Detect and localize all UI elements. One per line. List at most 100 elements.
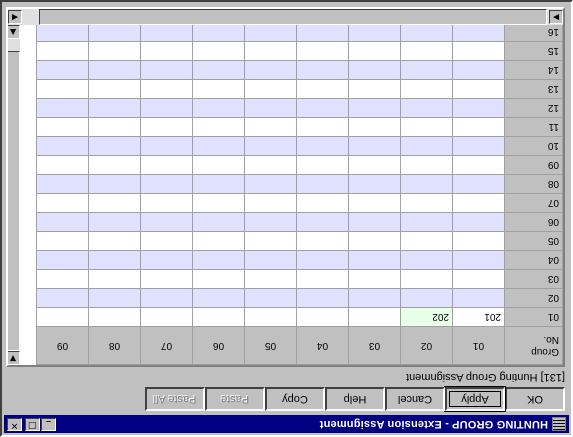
column-header[interactable]: 01: [452, 326, 505, 365]
grid-cell[interactable]: [244, 269, 297, 289]
column-header[interactable]: 07: [140, 326, 193, 365]
grid-cell[interactable]: [348, 288, 401, 308]
grid-cell[interactable]: [192, 307, 245, 327]
grid-cell[interactable]: [140, 117, 193, 137]
grid-cell[interactable]: [400, 193, 453, 213]
row-header[interactable]: 02: [504, 288, 563, 308]
grid-cell[interactable]: [452, 288, 505, 308]
grid-cell[interactable]: [348, 250, 401, 270]
grid-cell[interactable]: [36, 174, 89, 194]
grid-cell[interactable]: [192, 155, 245, 175]
grid-cell[interactable]: [36, 79, 89, 99]
grid-cell[interactable]: [296, 193, 349, 213]
grid-cell[interactable]: [36, 98, 89, 118]
grid-cell[interactable]: [452, 60, 505, 80]
grid-cell[interactable]: [140, 269, 193, 289]
grid-cell[interactable]: [140, 22, 193, 42]
grid-cell[interactable]: [192, 117, 245, 137]
grid-cell[interactable]: [88, 22, 141, 42]
grid-cell[interactable]: [140, 250, 193, 270]
grid-cell[interactable]: [348, 269, 401, 289]
grid-cell[interactable]: [400, 250, 453, 270]
grid-cell[interactable]: [296, 117, 349, 137]
grid-cell[interactable]: [36, 307, 89, 327]
grid-cell[interactable]: [88, 117, 141, 137]
grid-cell[interactable]: [88, 288, 141, 308]
scroll-left-button[interactable]: ◀: [8, 10, 22, 24]
grid-cell[interactable]: [140, 231, 193, 251]
paste-all-button[interactable]: Paste All: [145, 387, 205, 411]
grid-cell[interactable]: [452, 155, 505, 175]
grid-cell[interactable]: [452, 98, 505, 118]
grid-cell[interactable]: [88, 231, 141, 251]
row-header[interactable]: 11: [504, 117, 563, 137]
grid-cell[interactable]: [244, 79, 297, 99]
help-button[interactable]: Help: [325, 387, 385, 411]
grid-cell[interactable]: [296, 250, 349, 270]
vertical-scroll-thumb[interactable]: [6, 51, 20, 351]
column-header[interactable]: 09: [36, 326, 89, 365]
horizontal-scrollbar[interactable]: ▶ ◀: [6, 9, 563, 25]
grid-cell[interactable]: [452, 41, 505, 61]
grid-cell[interactable]: [36, 117, 89, 137]
grid-cell[interactable]: [140, 212, 193, 232]
grid-cell[interactable]: [36, 231, 89, 251]
grid-cell[interactable]: [452, 136, 505, 156]
grid-cell[interactable]: [452, 212, 505, 232]
grid-cell[interactable]: [192, 212, 245, 232]
grid-cell[interactable]: [244, 41, 297, 61]
grid-cell[interactable]: [244, 155, 297, 175]
grid-cell[interactable]: [36, 136, 89, 156]
grid-cell[interactable]: [452, 117, 505, 137]
copy-button[interactable]: Copy: [265, 387, 325, 411]
grid-cell[interactable]: [296, 307, 349, 327]
grid-cell[interactable]: [452, 174, 505, 194]
grid-cell[interactable]: [244, 288, 297, 308]
row-header[interactable]: 09: [504, 155, 563, 175]
grid-cell[interactable]: [140, 41, 193, 61]
grid-cell[interactable]: [348, 79, 401, 99]
grid-cell[interactable]: [296, 22, 349, 42]
grid-cell[interactable]: [348, 98, 401, 118]
cancel-button[interactable]: Cancel: [385, 387, 445, 411]
grid-cell[interactable]: [452, 79, 505, 99]
row-header[interactable]: 13: [504, 79, 563, 99]
grid-cell[interactable]: [36, 22, 89, 42]
row-header[interactable]: 16: [504, 22, 563, 42]
grid-cell[interactable]: [88, 307, 141, 327]
ok-button[interactable]: OK: [505, 387, 565, 411]
column-header[interactable]: 08: [88, 326, 141, 365]
grid-cell[interactable]: [140, 98, 193, 118]
row-header[interactable]: 12: [504, 98, 563, 118]
grid-cell[interactable]: [400, 79, 453, 99]
grid-cell[interactable]: [192, 60, 245, 80]
grid-cell[interactable]: [348, 22, 401, 42]
grid-cell[interactable]: [348, 174, 401, 194]
column-header[interactable]: 06: [192, 326, 245, 365]
row-header[interactable]: 04: [504, 250, 563, 270]
grid-cell[interactable]: [348, 231, 401, 251]
grid-cell[interactable]: [192, 231, 245, 251]
grid-cell[interactable]: [88, 155, 141, 175]
grid-cell[interactable]: [348, 136, 401, 156]
row-header[interactable]: 07: [504, 193, 563, 213]
grid-cell[interactable]: [140, 193, 193, 213]
row-header[interactable]: 15: [504, 41, 563, 61]
grid-cell[interactable]: [88, 174, 141, 194]
grid-cell[interactable]: [244, 136, 297, 156]
grid-cell[interactable]: [452, 231, 505, 251]
grid-cell[interactable]: [36, 60, 89, 80]
grid-cell[interactable]: 201: [452, 307, 505, 327]
grid-cell[interactable]: [192, 136, 245, 156]
grid-cell[interactable]: [244, 231, 297, 251]
grid-cell[interactable]: [36, 269, 89, 289]
grid-cell[interactable]: [140, 79, 193, 99]
grid-cell[interactable]: [452, 22, 505, 42]
grid-cell[interactable]: [400, 136, 453, 156]
title-bar[interactable]: HUNTING GROUP - Extension Assignment _ □…: [4, 415, 569, 433]
grid-cell[interactable]: [296, 269, 349, 289]
grid-cell[interactable]: [88, 250, 141, 270]
grid-cell[interactable]: [244, 250, 297, 270]
grid-cell[interactable]: [400, 60, 453, 80]
grid-cell[interactable]: [88, 41, 141, 61]
